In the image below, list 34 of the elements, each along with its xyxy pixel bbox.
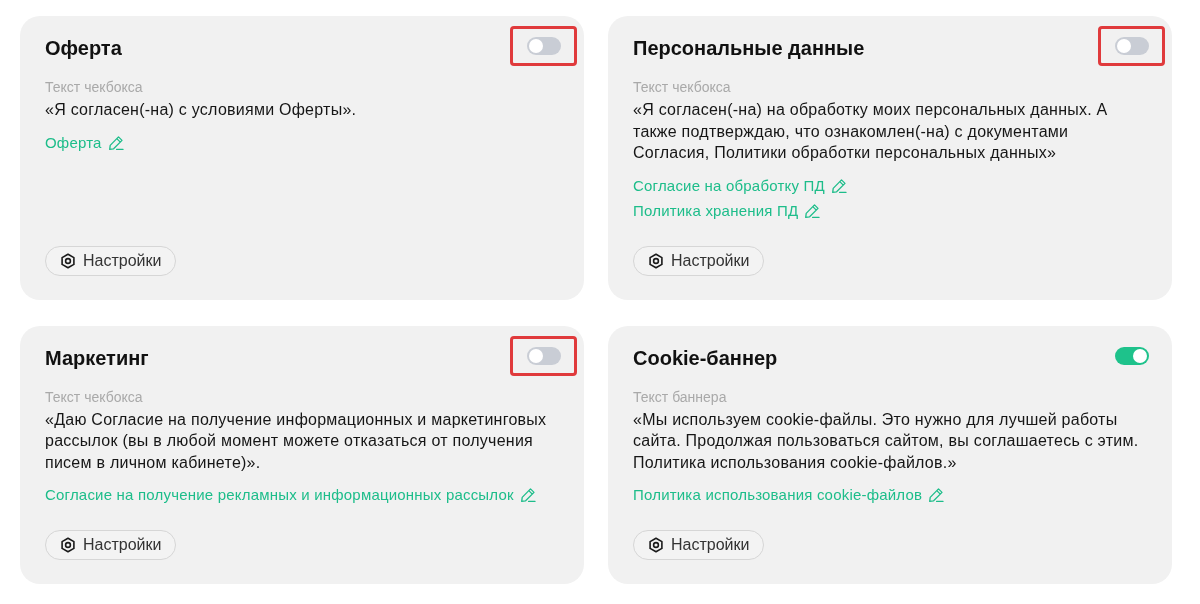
card-title: Оферта: [45, 36, 122, 60]
toggle-switch[interactable]: [1115, 37, 1149, 55]
settings-icon: [648, 537, 664, 553]
consent-text: «Я согласен(-на) на обработку моих персональных данных. А также подтверждаю, что ознакомлен(-на) с документами Согласия, Политики обработки персональных данных»: [633, 100, 1109, 163]
document-link[interactable]: Политика использования cookie-файлов: [633, 484, 945, 506]
pencil-icon: [107, 134, 124, 151]
pencil-icon: [830, 177, 847, 194]
document-link[interactable]: Согласие на обработку ПД: [633, 174, 847, 197]
document-link[interactable]: Согласие на получение рекламных и информационных рассылок: [45, 484, 536, 506]
settings-button[interactable]: Настройки: [633, 245, 765, 276]
toggle-switch[interactable]: [527, 346, 561, 365]
settings-button[interactable]: Настройки: [633, 530, 765, 560]
document-link[interactable]: Оферта: [45, 131, 124, 154]
consent-text: «Мы используем cookie-файлы. Это нужно для лучшей работы сайта. Продолжая пользоваться сайтом, вы соглашаетесь с этим. Политика использования cookie-файлов.»: [633, 409, 1140, 473]
consent-text: «Даю Согласие на получение информационных и маркетинговых рассылок (вы в любой момент можете отказаться от получения писем в личном кабинете)».: [45, 409, 548, 473]
toggle-switch[interactable]: [1115, 346, 1149, 365]
pencil-icon: [804, 202, 821, 219]
field-label: Текст чекбокса: [45, 387, 143, 406]
card-title: Персональные данные: [633, 36, 865, 60]
pencil-icon: [519, 487, 536, 503]
pencil-icon: [928, 487, 945, 503]
settings-button[interactable]: Настройки: [45, 530, 177, 560]
field-label: Текст баннера: [633, 387, 727, 406]
toggle-switch[interactable]: [527, 37, 561, 55]
settings-button[interactable]: Настройки: [45, 245, 177, 276]
settings-icon: [648, 252, 664, 269]
document-link[interactable]: Политика хранения ПД: [633, 199, 821, 222]
consent-text: «Я согласен(-на) с условиями Оферты».: [45, 100, 357, 120]
field-label: Текст чекбокса: [45, 78, 143, 96]
card-title: Cookie-баннер: [633, 345, 778, 370]
settings-icon: [60, 252, 76, 269]
settings-icon: [60, 537, 76, 553]
card-title: Маркетинг: [45, 345, 149, 370]
field-label: Текст чекбокса: [633, 78, 731, 96]
